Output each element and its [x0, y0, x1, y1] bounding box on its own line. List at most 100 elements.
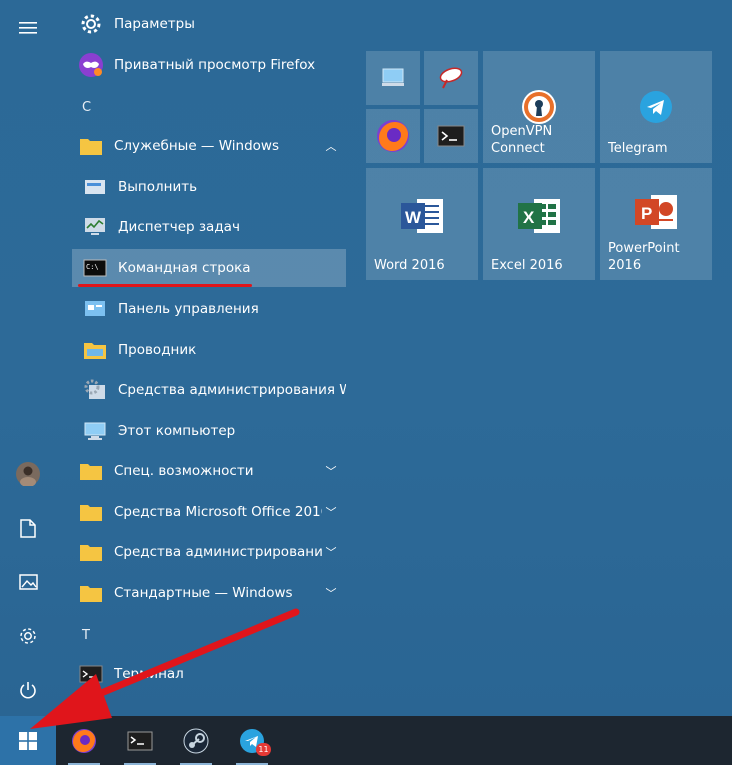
tile-label: OpenVPN Connect: [491, 124, 553, 156]
start-rail: [0, 0, 56, 716]
app-item-control-panel[interactable]: Панель управления: [72, 290, 346, 328]
taskbar-steam[interactable]: [172, 716, 220, 765]
tile-terminal-small[interactable]: [424, 109, 478, 163]
app-item-explorer[interactable]: Проводник: [72, 331, 346, 369]
folder-icon: [76, 131, 106, 161]
user-avatar: [16, 462, 40, 486]
user-account-button[interactable]: [8, 454, 48, 494]
start-menu: Параметры Приватный просмотр Firefox С С…: [0, 0, 732, 716]
app-item-label: Параметры: [114, 16, 195, 32]
app-item-label: Спец. возможности: [114, 463, 254, 479]
folder-icon: [76, 497, 106, 527]
folder-admin-tools[interactable]: Средства администрирования W... ﹀: [72, 533, 346, 571]
start-button[interactable]: [0, 716, 56, 765]
app-item-label: Командная строка: [118, 260, 251, 276]
firefox-icon: [366, 109, 420, 163]
folder-standard[interactable]: Стандартные — Windows ﹀: [72, 574, 346, 612]
document-icon: [20, 518, 36, 538]
tile-telegram[interactable]: Telegram: [600, 51, 712, 163]
tile-excel[interactable]: X Excel 2016: [483, 168, 595, 280]
taskbar-firefox[interactable]: [60, 716, 108, 765]
app-item-label: Панель управления: [118, 301, 259, 317]
app-item-label: Приватный просмотр Firefox: [114, 57, 316, 73]
app-list: Параметры Приватный просмотр Firefox С С…: [56, 0, 352, 716]
tile-label: PowerPoint 2016: [608, 241, 680, 273]
run-icon: [80, 172, 110, 202]
terminal-icon: [76, 659, 106, 689]
file-explorer-icon: [80, 335, 110, 365]
folder-office-tools[interactable]: Средства Microsoft Office 2016 ﹀: [72, 493, 346, 531]
tile-word[interactable]: W Word 2016: [366, 168, 478, 280]
terminal-icon: [127, 731, 153, 750]
chevron-down-icon: ﹀: [325, 465, 337, 478]
taskbar-telegram[interactable]: 11: [228, 716, 276, 765]
tile-network-small[interactable]: [424, 51, 478, 105]
app-item-admin-tools[interactable]: Средства администрирования Win...: [72, 371, 346, 409]
control-panel-icon: [80, 294, 110, 324]
pictures-button[interactable]: [8, 562, 48, 602]
hamburger-menu-button[interactable]: [8, 8, 48, 48]
app-item-cmd[interactable]: C:\ Командная строка: [72, 249, 346, 287]
task-manager-icon: [80, 212, 110, 242]
chevron-down-icon: ﹀: [325, 546, 337, 559]
app-item-label: Этот компьютер: [118, 423, 236, 439]
power-button[interactable]: [8, 670, 48, 710]
app-item-this-pc[interactable]: Этот компьютер: [72, 412, 346, 450]
app-item-label: Диспетчер задач: [118, 219, 240, 235]
app-item-terminal[interactable]: Терминал: [72, 655, 346, 693]
svg-text:P: P: [641, 204, 652, 223]
app-item-label: Проводник: [118, 342, 197, 358]
app-item-settings[interactable]: Параметры: [72, 5, 346, 43]
app-item-label: Служебные — Windows: [114, 138, 279, 154]
notification-badge: 11: [256, 743, 271, 756]
steam-icon: [183, 728, 209, 753]
app-item-label: Средства администрирования W...: [114, 544, 322, 560]
tile-label: Telegram: [608, 141, 668, 156]
satellite-dish-icon: [424, 51, 478, 105]
documents-button[interactable]: [8, 508, 48, 548]
app-item-label: Средства администрирования Win...: [118, 382, 346, 398]
windows-start-icon: [19, 731, 37, 750]
app-item-label: Стандартные — Windows: [114, 585, 293, 601]
openvpn-icon: [519, 87, 559, 127]
tile-powerpoint[interactable]: P PowerPoint 2016: [600, 168, 712, 280]
settings-gear-icon: [20, 628, 36, 644]
excel-icon: X: [515, 194, 563, 238]
app-item-label: Выполнить: [118, 179, 198, 195]
chevron-up-icon: ︿: [325, 140, 337, 153]
computer-icon: [366, 51, 420, 105]
letter-header-t[interactable]: Т: [82, 628, 90, 643]
folder-accessibility[interactable]: Спец. возможности ﹀: [72, 452, 346, 490]
power-icon: [20, 682, 36, 699]
letter-header-c[interactable]: С: [82, 100, 91, 115]
powerpoint-icon: P: [632, 190, 680, 234]
hamburger-icon: [19, 22, 37, 34]
chevron-down-icon: ﹀: [325, 506, 337, 519]
firefox-private-icon: [76, 50, 106, 80]
red-annotation-underline: [78, 284, 252, 287]
word-icon: W: [398, 194, 446, 238]
settings-button[interactable]: [8, 616, 48, 656]
app-item-task-manager[interactable]: Диспетчер задач: [72, 208, 346, 246]
svg-text:W: W: [405, 208, 422, 227]
computer-icon: [80, 416, 110, 446]
taskbar: 11: [0, 716, 732, 765]
gear-icon: [76, 9, 106, 39]
folder-icon: [76, 537, 106, 567]
tile-this-pc-small[interactable]: [366, 51, 420, 105]
app-item-run[interactable]: Выполнить: [72, 168, 346, 206]
app-item-firefox-private[interactable]: Приватный просмотр Firefox: [72, 46, 346, 84]
taskbar-terminal[interactable]: [116, 716, 164, 765]
pictures-icon: [18, 574, 38, 590]
cmd-icon: C:\: [80, 253, 110, 283]
tile-openvpn[interactable]: OpenVPN Connect: [483, 51, 595, 163]
terminal-icon: [424, 109, 478, 163]
app-item-label: Терминал: [114, 666, 184, 682]
svg-text:X: X: [523, 208, 535, 227]
firefox-icon: [72, 728, 96, 753]
folder-icon: [76, 578, 106, 608]
folder-icon: [76, 456, 106, 486]
folder-system-windows[interactable]: Служебные — Windows ︿: [72, 127, 346, 165]
telegram-icon: [636, 87, 676, 127]
tile-firefox-small[interactable]: [366, 109, 420, 163]
